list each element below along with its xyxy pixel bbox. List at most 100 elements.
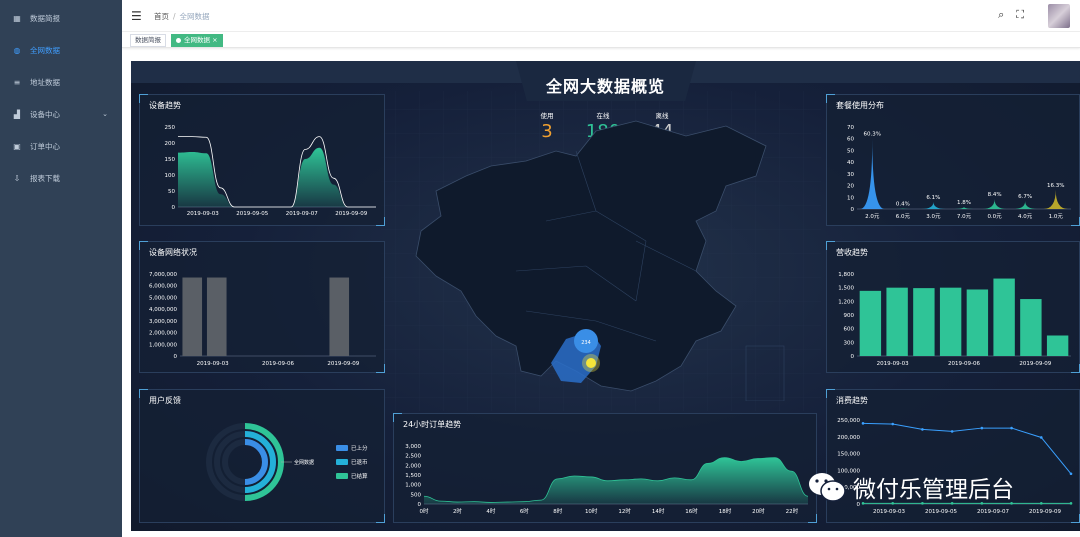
device-icon: ▟ bbox=[13, 109, 21, 119]
legend-refund[interactable]: 已退币 bbox=[351, 458, 368, 466]
data-label: 16.3% bbox=[1047, 183, 1064, 189]
x-tick-label: 2019-09-09 bbox=[1029, 509, 1061, 515]
tag-brief[interactable]: 数据简报 bbox=[130, 34, 166, 47]
globe-icon: ◍ bbox=[13, 45, 21, 55]
breadcrumb: 首页 / 全网数据 bbox=[154, 12, 210, 21]
plan-usage-chart[interactable]: 0 10 20 30 40 50 60 70 60.3% 0.4% 6.1% 1.8% 8.4% 6.7%… bbox=[827, 95, 1080, 227]
sidebar-item-order-center[interactable]: ▣ 订单中心 bbox=[0, 130, 122, 162]
bar bbox=[939, 287, 962, 356]
legend-credited[interactable]: 已上分 bbox=[351, 444, 368, 452]
sidebar-item-label: 设备中心 bbox=[30, 109, 60, 119]
device-trend-chart[interactable]: 0 50 100 150 200 250 2019-09-03 2019-09-05 2019-… bbox=[140, 95, 386, 227]
header-actions: ⌕ ⛶ bbox=[998, 8, 1024, 22]
south-sea-inset bbox=[745, 345, 785, 401]
series-line bbox=[862, 422, 1072, 475]
y-tick-label: 300 bbox=[844, 340, 855, 346]
x-tick-label: 10时 bbox=[585, 507, 598, 515]
x-tick-label: 4.0元 bbox=[1018, 213, 1033, 220]
bar bbox=[993, 278, 1015, 356]
avatar[interactable] bbox=[1048, 4, 1070, 28]
x-tick-label: 2019-09-09 bbox=[1019, 361, 1051, 367]
revenue-chart[interactable]: 0 300 600 900 1,200 1,500 1,800 2019-09-03 2019-… bbox=[827, 242, 1080, 374]
x-tick-label: 20时 bbox=[752, 507, 765, 515]
y-tick-label: 0 bbox=[172, 205, 176, 211]
y-tick-label: 1,800 bbox=[838, 272, 854, 278]
x-tick-label: 12时 bbox=[618, 507, 631, 515]
sidebar-item-label: 地址数据 bbox=[30, 77, 60, 87]
x-tick-label: 8时 bbox=[553, 507, 562, 515]
breadcrumb-home[interactable]: 首页 bbox=[154, 12, 169, 21]
orders-24h-chart[interactable]: 0 500 1,000 1,500 2,000 2,500 3,000 0时 2时 4时 6时 8时 1… bbox=[394, 414, 818, 524]
y-tick-label: 200,000 bbox=[837, 435, 860, 441]
bar bbox=[206, 277, 227, 356]
y-tick-label: 150 bbox=[165, 157, 176, 163]
spike bbox=[1012, 201, 1038, 209]
data-label: 6.7% bbox=[1018, 194, 1032, 200]
sidebar-item-device-center[interactable]: ▟ 设备中心 ⌄ bbox=[0, 98, 122, 130]
x-tick-label: 2019-09-05 bbox=[925, 509, 957, 515]
download-icon: ⇩ bbox=[13, 173, 21, 183]
close-icon[interactable]: × bbox=[212, 36, 217, 44]
y-tick-label: 40 bbox=[847, 160, 854, 166]
hamburger-icon[interactable]: ☰ bbox=[131, 9, 142, 23]
y-tick-label: 20 bbox=[847, 184, 854, 190]
y-tick-label: 0 bbox=[174, 354, 178, 360]
legend-settled[interactable]: 已结算 bbox=[351, 472, 368, 480]
legend-swatch bbox=[336, 445, 348, 451]
fullscreen-icon[interactable]: ⛶ bbox=[1016, 8, 1024, 22]
device-network-chart[interactable]: 0 1,000,000 2,000,000 3,000,000 4,000,000 5,0… bbox=[140, 242, 386, 374]
x-tick-label: 2019-09-09 bbox=[335, 211, 367, 217]
x-tick-label: 0.0元 bbox=[987, 213, 1002, 220]
spike bbox=[982, 199, 1007, 209]
x-tick-label: 4时 bbox=[486, 507, 495, 515]
x-tick-label: 2019-09-07 bbox=[977, 509, 1009, 515]
data-point bbox=[950, 430, 954, 433]
order-icon: ▣ bbox=[13, 141, 21, 151]
ring-credited bbox=[244, 439, 268, 485]
y-tick-label: 0 bbox=[851, 354, 855, 360]
x-tick-label: 7.0元 bbox=[957, 213, 972, 220]
tag-network-data[interactable]: 全网数据 × bbox=[171, 34, 223, 47]
y-tick-label: 200 bbox=[165, 141, 176, 147]
wechat-icon bbox=[809, 473, 846, 502]
bar bbox=[859, 290, 882, 356]
bar bbox=[182, 277, 203, 356]
data-point bbox=[1069, 472, 1073, 476]
x-tick-label: 2019-09-06 bbox=[948, 361, 980, 367]
panel-user-feedback: 用户反馈 全网数据 已上分 已退币 已结算 bbox=[139, 389, 385, 523]
y-tick-label: 1,500 bbox=[838, 286, 854, 292]
panel-device-network: 设备网络状况 0 1,000,000 2,000,000 3,000,000 4,000… bbox=[139, 241, 385, 373]
active-dot-icon bbox=[176, 37, 181, 43]
x-tick-label: 6.0元 bbox=[896, 213, 911, 220]
breadcrumb-current: 全网数据 bbox=[179, 12, 210, 21]
sidebar-item-label: 全网数据 bbox=[30, 45, 60, 55]
spike bbox=[860, 138, 885, 209]
x-tick-label: 2019-09-05 bbox=[236, 211, 268, 217]
data-point bbox=[1010, 426, 1013, 430]
y-tick-label: 50 bbox=[847, 148, 854, 154]
sidebar-item-network-data[interactable]: ◍ 全网数据 bbox=[0, 34, 122, 66]
search-icon[interactable]: ⌕ bbox=[998, 8, 1004, 22]
y-tick-label: 50 bbox=[168, 189, 175, 195]
sidebar-item-address-data[interactable]: ≡ 地址数据 bbox=[0, 66, 122, 98]
map-dot bbox=[586, 358, 596, 368]
bar bbox=[886, 287, 908, 356]
y-tick-label: 60 bbox=[847, 137, 854, 143]
x-tick-label: 2019-09-03 bbox=[877, 361, 909, 367]
bar bbox=[329, 277, 350, 356]
y-tick-label: 2,500 bbox=[405, 454, 421, 460]
china-map[interactable]: 234 bbox=[396, 91, 796, 401]
bar bbox=[1020, 299, 1042, 356]
sidebar-item-report-download[interactable]: ⇩ 报表下载 bbox=[0, 162, 122, 194]
data-point bbox=[1039, 502, 1043, 505]
bar bbox=[966, 289, 989, 356]
x-tick-label: 6时 bbox=[520, 507, 529, 515]
user-feedback-chart[interactable]: 全网数据 已上分 已退币 已结算 bbox=[140, 390, 386, 524]
x-tick-label: 2019-09-03 bbox=[197, 361, 229, 367]
y-tick-label: 30 bbox=[847, 172, 854, 178]
x-tick-label: 22时 bbox=[786, 507, 799, 515]
sidebar-item-brief[interactable]: ▦ 数据简报 bbox=[0, 2, 122, 34]
data-point bbox=[891, 422, 895, 426]
y-tick-label: 70 bbox=[847, 125, 854, 131]
panel-plan-usage: 套餐使用分布 0 10 20 30 40 50 60 70 60.3% 0.4% 6.1% 1.8% 8… bbox=[826, 94, 1080, 226]
